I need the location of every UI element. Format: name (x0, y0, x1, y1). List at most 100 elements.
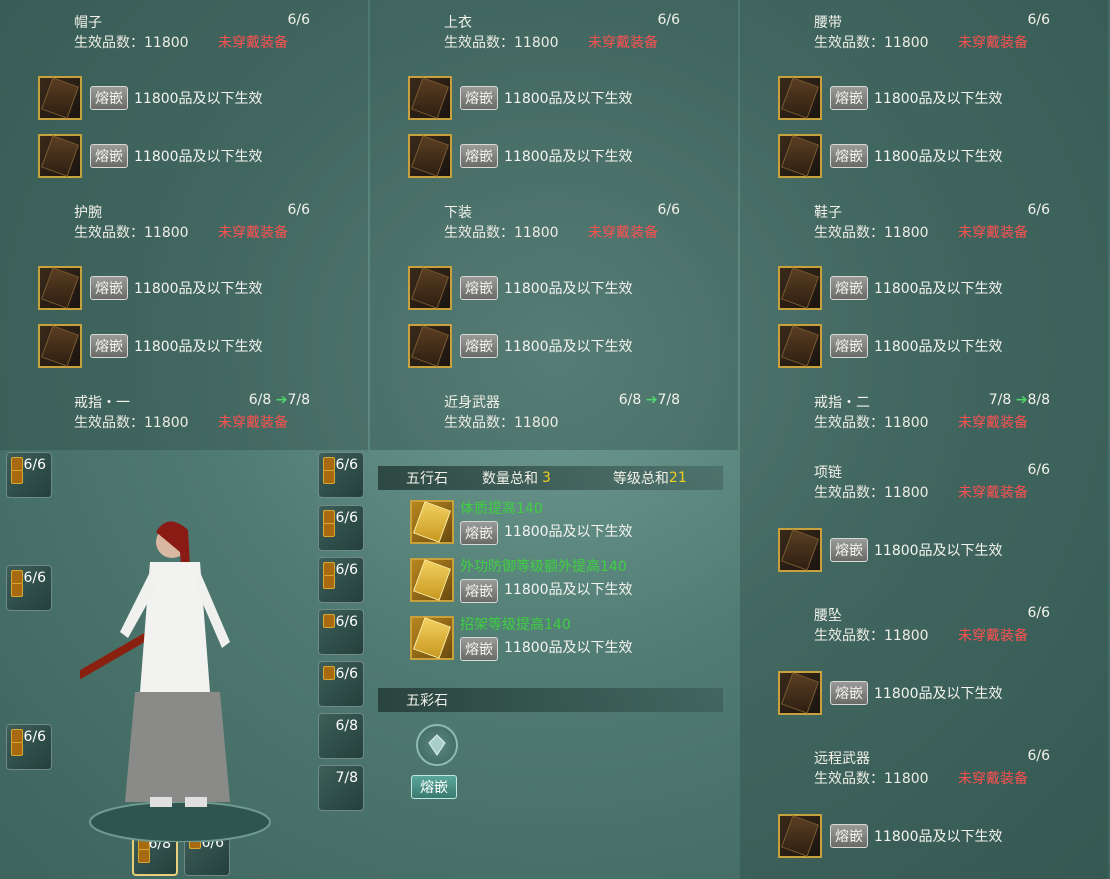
inlay-button[interactable]: 熔嵌 (830, 334, 868, 358)
inlay-button[interactable]: 熔嵌 (90, 144, 128, 168)
gem-slot[interactable]: 熔嵌 11800品及以下生效 (408, 266, 633, 310)
inlay-button[interactable]: 熔嵌 (830, 824, 868, 848)
inlay-button[interactable]: 熔嵌 (90, 334, 128, 358)
inlay-button[interactable]: 熔嵌 (460, 334, 498, 358)
gem-icon[interactable] (38, 76, 82, 120)
gem-slot[interactable]: 熔嵌 11800品及以下生效 (38, 324, 263, 368)
gem-icon[interactable] (408, 134, 452, 178)
gem-slot[interactable]: 熔嵌 11800品及以下生效 (408, 76, 633, 120)
gem-icon[interactable] (778, 814, 822, 858)
gem-mini-icon (323, 575, 335, 589)
wuxing-stone-row[interactable]: 招架等级提高140 熔嵌 11800品及以下生效 (410, 614, 633, 661)
count-value: 6/6 (657, 12, 680, 28)
gem-icon[interactable] (778, 528, 822, 572)
equipment-count: 6/6 (335, 614, 358, 630)
count-value: 6/6 (287, 202, 310, 218)
gem-icon[interactable] (778, 134, 822, 178)
inlay-button[interactable]: 熔嵌 (90, 276, 128, 300)
gem-slot[interactable]: 熔嵌 11800品及以下生效 (778, 134, 1003, 178)
panel-effect: 生效品数：11800 (74, 35, 189, 51)
gem-slot[interactable]: 熔嵌 11800品及以下生效 (38, 76, 263, 120)
gem-icon[interactable] (38, 266, 82, 310)
inlay-button[interactable]: 熔嵌 (460, 637, 498, 661)
equipment-slot[interactable]: 6/6 (318, 661, 364, 707)
panel-title: 鞋子 (814, 205, 842, 221)
panel-title: 下装 (444, 205, 472, 221)
inlay-button[interactable]: 熔嵌 (460, 86, 498, 110)
gem-slot[interactable]: 熔嵌 11800品及以下生效 (38, 266, 263, 310)
gem-slot[interactable]: 熔嵌 11800品及以下生效 (408, 134, 633, 178)
gem-slot[interactable]: 熔嵌 11800品及以下生效 (778, 671, 1003, 715)
equipment-slot[interactable]: 7/8 (318, 765, 364, 811)
equipment-count: 6/8 (335, 718, 358, 734)
stone-info: 招架等级提高140 熔嵌 11800品及以下生效 (460, 614, 633, 661)
gem-icon[interactable] (408, 324, 452, 368)
equipment-count: 6/6 (335, 666, 358, 682)
slot-text: 11800品及以下生效 (504, 339, 633, 355)
equipment-count: 6/6 (335, 510, 358, 526)
gem-slot[interactable]: 熔嵌 11800品及以下生效 (778, 814, 1003, 858)
inlay-button[interactable]: 熔嵌 (460, 521, 498, 545)
equipment-count: 6/6 (23, 457, 46, 473)
equip-panel: 下装 6/6 生效品数：11800 未穿戴装备 熔嵌 11800品及以下生效 熔嵌 11800… (370, 190, 738, 380)
gem-icon[interactable] (778, 266, 822, 310)
gem-icon[interactable] (38, 324, 82, 368)
inlay-button[interactable]: 熔嵌 (830, 538, 868, 562)
gem-icon[interactable] (38, 134, 82, 178)
inlay-button[interactable]: 熔嵌 (460, 144, 498, 168)
wuxing-stone-row[interactable]: 外功防御等级额外提高140 熔嵌 11800品及以下生效 (410, 556, 633, 603)
gem-mini-icon (11, 470, 23, 484)
panel-count: 6/6 (1027, 748, 1050, 764)
inlay-button[interactable]: 熔嵌 (830, 144, 868, 168)
gem-slot[interactable]: 熔嵌 11800品及以下生效 (408, 324, 633, 368)
wucai-slot[interactable] (416, 724, 458, 766)
equipment-slot[interactable]: 6/6 (318, 505, 364, 551)
wuxing-title: 五行石 (406, 471, 448, 487)
wuxing-stone-row[interactable]: 体质提高140 熔嵌 11800品及以下生效 (410, 498, 633, 545)
equipment-slot[interactable]: 6/6 (6, 724, 52, 770)
gem-slot[interactable]: 熔嵌 11800品及以下生效 (778, 76, 1003, 120)
wuxing-stone-icon[interactable] (410, 557, 454, 602)
panel-status: 未穿戴装备 (218, 225, 288, 241)
inlay-button[interactable]: 熔嵌 (460, 276, 498, 300)
gem-slot[interactable]: 熔嵌 11800品及以下生效 (778, 324, 1003, 368)
stone-text: 11800品及以下生效 (504, 640, 633, 656)
gem-icon[interactable] (778, 671, 822, 715)
wuxing-stone-icon[interactable] (410, 615, 454, 660)
gem-slot[interactable]: 熔嵌 11800品及以下生效 (38, 134, 263, 178)
wuxing-stone-icon[interactable] (410, 499, 454, 544)
equipment-slot[interactable]: 6/6 (318, 609, 364, 655)
panel-effect: 生效品数：11800 (814, 35, 929, 51)
panel-title: 护腕 (74, 205, 102, 221)
slot-text: 11800品及以下生效 (874, 686, 1003, 702)
panel-title: 戒指・一 (74, 395, 130, 411)
inlay-button[interactable]: 熔嵌 (90, 86, 128, 110)
equipment-slot[interactable]: 6/8 (318, 713, 364, 759)
equipment-slot[interactable]: 6/6 (318, 557, 364, 603)
gem-icon[interactable] (778, 324, 822, 368)
count-value: 6/8 (618, 392, 642, 408)
gem-icon[interactable] (778, 76, 822, 120)
qty-value: 3 (542, 470, 551, 486)
gem-icon[interactable] (408, 76, 452, 120)
gem-mini-icon (323, 470, 335, 484)
gem-icon[interactable] (408, 266, 452, 310)
wucai-inlay-button[interactable]: 熔嵌 (411, 775, 457, 799)
panel-effect: 生效品数：11800 (814, 415, 929, 431)
panel-effect: 生效品数：11800 (814, 485, 929, 501)
inlay-button[interactable]: 熔嵌 (460, 579, 498, 603)
inlay-button[interactable]: 熔嵌 (830, 276, 868, 300)
equipment-slot[interactable]: 6/6 (6, 565, 52, 611)
gem-slot[interactable]: 熔嵌 11800品及以下生效 (778, 528, 1003, 572)
gem-slot[interactable]: 熔嵌 11800品及以下生效 (778, 266, 1003, 310)
stone-text: 11800品及以下生效 (504, 582, 633, 598)
stone-info: 外功防御等级额外提高140 熔嵌 11800品及以下生效 (460, 556, 633, 603)
stone-text: 11800品及以下生效 (504, 524, 633, 540)
inlay-button[interactable]: 熔嵌 (830, 681, 868, 705)
inlay-button[interactable]: 熔嵌 (830, 86, 868, 110)
panel-count: 6/6 (657, 12, 680, 28)
gem-mini-icon (323, 614, 335, 628)
equipment-slot[interactable]: 6/6 (318, 452, 364, 498)
equipment-slot[interactable]: 6/6 (6, 452, 52, 498)
slot-text: 11800品及以下生效 (504, 149, 633, 165)
